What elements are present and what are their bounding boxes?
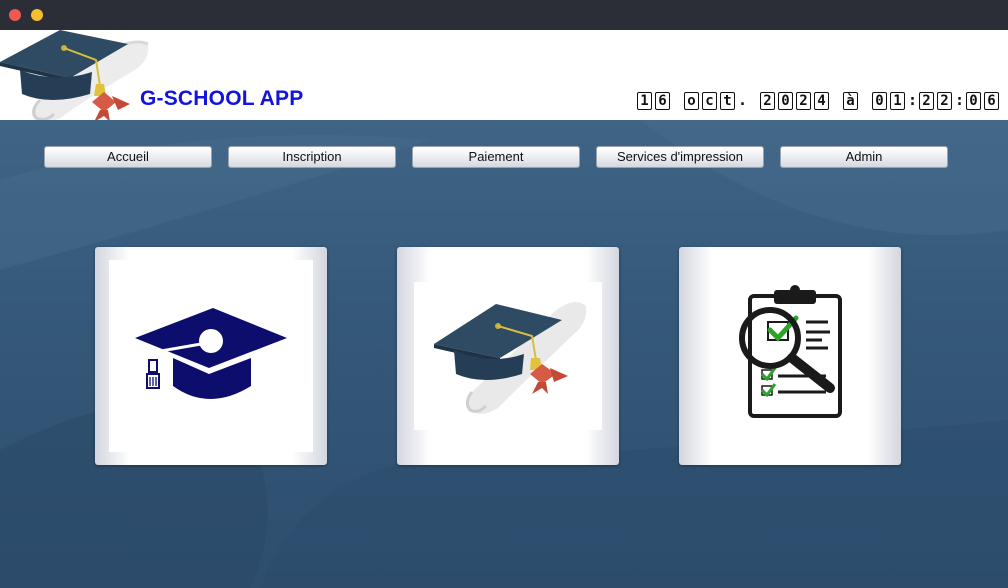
- datetime-char: 0: [872, 92, 887, 110]
- datetime-char: 6: [655, 92, 670, 110]
- datetime-char: 2: [937, 92, 952, 110]
- datetime-char: t: [720, 92, 735, 110]
- window-titlebar: [0, 0, 1008, 30]
- datetime-char: à: [843, 92, 858, 110]
- datetime-char: 1: [890, 92, 905, 110]
- graduation-cap-diploma-icon: [0, 30, 160, 120]
- datetime-char: 0: [966, 92, 981, 110]
- close-window-button[interactable]: [9, 9, 21, 21]
- datetime-char: 2: [760, 92, 775, 110]
- datetime-char: 6: [984, 92, 999, 110]
- card-checklist[interactable]: [679, 247, 901, 465]
- clipboard-checklist-magnifier-icon: [712, 282, 868, 430]
- app-title: G-SCHOOL APP: [140, 87, 304, 110]
- nav-admin-button[interactable]: Admin: [780, 146, 948, 168]
- datetime-separator: [832, 92, 840, 110]
- datetime-char: o: [684, 92, 699, 110]
- datetime-display: 16 oct. 2024 à 01:22:06: [637, 92, 999, 110]
- graduation-cap-diploma-icon: [414, 282, 602, 430]
- datetime-separator: [749, 92, 757, 110]
- datetime-char: 0: [778, 92, 793, 110]
- nav-accueil-button[interactable]: Accueil: [44, 146, 212, 168]
- datetime-char: 4: [814, 92, 829, 110]
- nav-inscription-button[interactable]: Inscription: [228, 146, 396, 168]
- app-header: G-SCHOOL APP 16 oct. 2024 à 01:22:06: [0, 30, 1008, 120]
- datetime-separator: :: [955, 91, 965, 109]
- graduation-cap-icon: [109, 260, 313, 452]
- nav-paiement-button[interactable]: Paiement: [412, 146, 580, 168]
- datetime-char: 2: [919, 92, 934, 110]
- datetime-separator: .: [738, 91, 748, 109]
- nav-services-impression-button[interactable]: Services d'impression: [596, 146, 764, 168]
- card-graduation[interactable]: [95, 247, 327, 465]
- datetime-separator: :: [908, 91, 918, 109]
- datetime-char: 2: [796, 92, 811, 110]
- datetime-char: 1: [637, 92, 652, 110]
- minimize-window-button[interactable]: [31, 9, 43, 21]
- datetime-separator: [861, 92, 869, 110]
- datetime-separator: [673, 92, 681, 110]
- datetime-char: c: [702, 92, 717, 110]
- card-diploma[interactable]: [397, 247, 619, 465]
- main-panel: Accueil Inscription Paiement Services d'…: [0, 120, 1008, 588]
